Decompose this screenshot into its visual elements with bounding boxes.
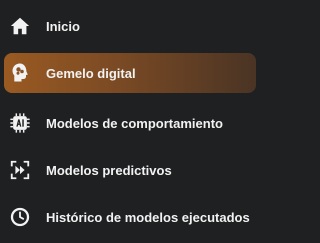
sidebar-item-modelos-comportamiento[interactable]: Modelos de comportamiento	[4, 103, 256, 143]
sidebar-item-gemelo-digital[interactable]: Gemelo digital	[4, 53, 256, 93]
sidebar-nav: Inicio Gemelo digital Modelos de comport…	[0, 0, 256, 243]
sidebar-item-label: Inicio	[46, 18, 80, 34]
sidebar-item-label: Gemelo digital	[46, 65, 136, 81]
ai-chip-icon	[6, 109, 34, 137]
head-brain-icon	[6, 59, 34, 87]
sidebar-item-label: Modelos de comportamiento	[46, 115, 223, 131]
sidebar-item-modelos-predictivos[interactable]: Modelos predictivos	[4, 150, 256, 190]
home-icon	[6, 12, 34, 40]
sidebar-item-label: Modelos predictivos	[46, 162, 172, 178]
fast-forward-icon	[6, 156, 34, 184]
history-icon	[6, 203, 34, 231]
sidebar-item-label: Histórico de modelos ejecutados	[46, 209, 250, 225]
sidebar-item-inicio[interactable]: Inicio	[4, 6, 256, 46]
sidebar-item-historico[interactable]: Histórico de modelos ejecutados	[4, 197, 256, 237]
